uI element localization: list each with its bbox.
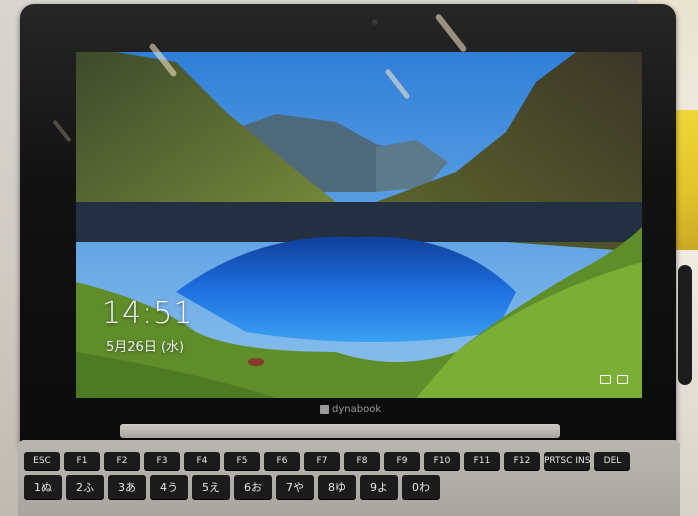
keyboard-key[interactable]: 7や: [276, 475, 314, 499]
keyboard-key[interactable]: 4う: [150, 475, 188, 499]
keyboard-key[interactable]: F12: [504, 452, 540, 470]
power-cable: [678, 265, 692, 385]
keyboard-key[interactable]: DEL: [594, 452, 631, 470]
keyboard-key[interactable]: ESC: [24, 452, 60, 470]
dynabook-logo-icon: [320, 405, 329, 414]
keyboard-key[interactable]: F9: [384, 452, 420, 470]
keyboard-key[interactable]: F3: [144, 452, 180, 470]
laptop-lid: 14:51 5月26日 (水) dynabook: [20, 4, 676, 450]
keyboard-key[interactable]: F10: [424, 452, 460, 470]
status-tray: [600, 375, 628, 384]
keyboard-key[interactable]: 6お: [234, 475, 272, 499]
laptop-hinge: [120, 424, 560, 438]
keyboard-key[interactable]: F11: [464, 452, 500, 470]
keyboard-key[interactable]: F4: [184, 452, 220, 470]
keyboard-key[interactable]: 8ゆ: [318, 475, 356, 499]
brand-name: dynabook: [332, 404, 382, 415]
keyboard-key[interactable]: 2ふ: [66, 475, 104, 499]
keyboard-key[interactable]: 9よ: [360, 475, 398, 499]
lock-screen[interactable]: 14:51 5月26日 (水): [76, 52, 642, 398]
keyboard-key[interactable]: F8: [344, 452, 380, 470]
keyboard-key[interactable]: 5え: [192, 475, 230, 499]
keyboard-key[interactable]: F2: [104, 452, 140, 470]
keyboard-key[interactable]: PRTSC INS: [544, 452, 591, 470]
keyboard-key[interactable]: F7: [304, 452, 340, 470]
keyboard-key[interactable]: 3あ: [108, 475, 146, 499]
keyboard-key[interactable]: F5: [224, 452, 260, 470]
lock-screen-date: 5月26日 (水): [106, 340, 185, 355]
battery-icon: [617, 375, 628, 384]
keyboard-key[interactable]: F6: [264, 452, 300, 470]
brand-logo: dynabook: [320, 404, 381, 415]
keyboard-key[interactable]: F1: [64, 452, 100, 470]
function-key-row: ESC F1 F2 F3 F4 F5 F6 F7 F8 F9 F10 F11 F12 PRTSC INS D…: [24, 452, 674, 470]
keyboard: ESC F1 F2 F3 F4 F5 F6 F7 F8 F9 F10 F11 F12 PRTSC INS D…: [24, 452, 674, 504]
keyboard-key[interactable]: 1ぬ: [24, 475, 62, 499]
lock-screen-time: 14:51: [102, 296, 194, 331]
webcam-icon: [371, 18, 379, 26]
number-key-row: 1ぬ 2ふ 3あ 4う 5え 6お 7や 8ゆ 9よ 0わ: [24, 475, 674, 499]
keyboard-key[interactable]: 0わ: [402, 475, 440, 499]
network-icon: [600, 375, 611, 384]
